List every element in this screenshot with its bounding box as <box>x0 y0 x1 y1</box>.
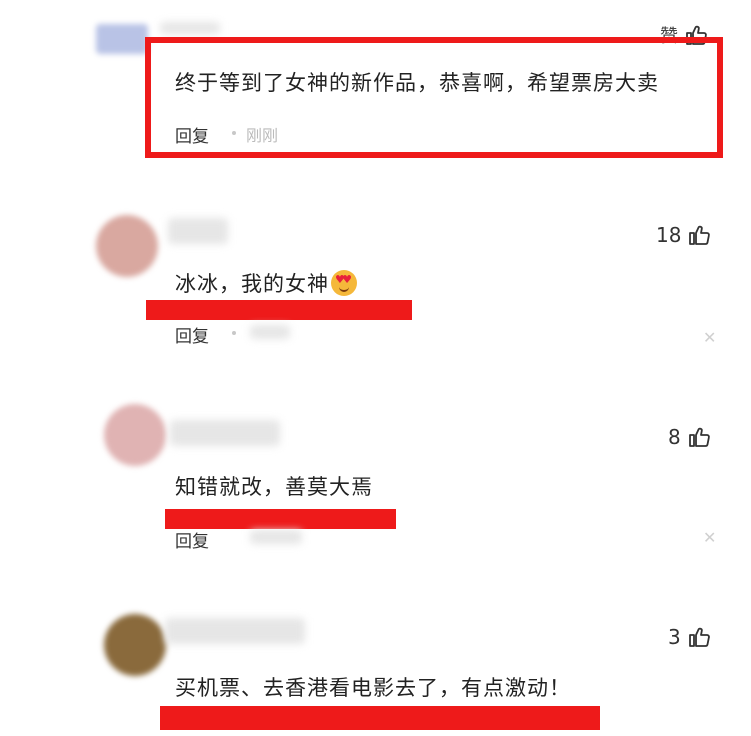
timestamp-blurred <box>250 325 290 339</box>
avatar[interactable] <box>96 24 148 54</box>
like-count: 18 <box>656 223 682 247</box>
redaction-bar <box>160 706 600 730</box>
like-button[interactable]: 18 <box>656 223 711 247</box>
username-blurred <box>160 22 220 34</box>
separator-dot <box>232 331 236 335</box>
comment-text: 冰冰，我的女神 <box>175 268 357 298</box>
username-blurred <box>168 218 228 244</box>
reply-button[interactable]: 回复 <box>175 322 209 347</box>
like-count: 8 <box>668 425 681 449</box>
redaction-bar <box>165 509 396 529</box>
username-blurred <box>165 618 305 644</box>
separator-dot <box>232 131 236 135</box>
thumbs-up-icon <box>687 625 711 649</box>
close-icon[interactable]: ✕ <box>703 328 716 347</box>
username-blurred <box>170 420 280 446</box>
timestamp-blurred <box>250 530 302 544</box>
comment-text: 知错就改，善莫大焉 <box>175 475 373 499</box>
heart-eyes-emoji-icon <box>331 270 357 296</box>
highlight-box <box>145 37 723 158</box>
thumbs-up-icon <box>687 223 711 247</box>
like-count: 3 <box>668 625 681 649</box>
reply-button[interactable]: 回复 <box>175 527 209 552</box>
like-button[interactable]: 8 <box>668 425 711 449</box>
comment-text: 买机票、去香港看电影去了，有点激动！ <box>175 676 571 700</box>
comment-text-content: 冰冰，我的女神 <box>175 272 329 296</box>
avatar[interactable] <box>96 215 158 277</box>
comment-text: 终于等到了女神的新作品，恭喜啊，希望票房大卖 <box>175 71 659 95</box>
avatar[interactable] <box>104 404 166 466</box>
close-icon[interactable]: ✕ <box>703 528 716 547</box>
like-button[interactable]: 3 <box>668 625 711 649</box>
redaction-bar <box>146 300 412 320</box>
timestamp: 刚刚 <box>246 126 279 145</box>
thumbs-up-icon <box>687 425 711 449</box>
reply-button[interactable]: 回复 <box>175 122 209 147</box>
avatar[interactable] <box>104 614 166 676</box>
